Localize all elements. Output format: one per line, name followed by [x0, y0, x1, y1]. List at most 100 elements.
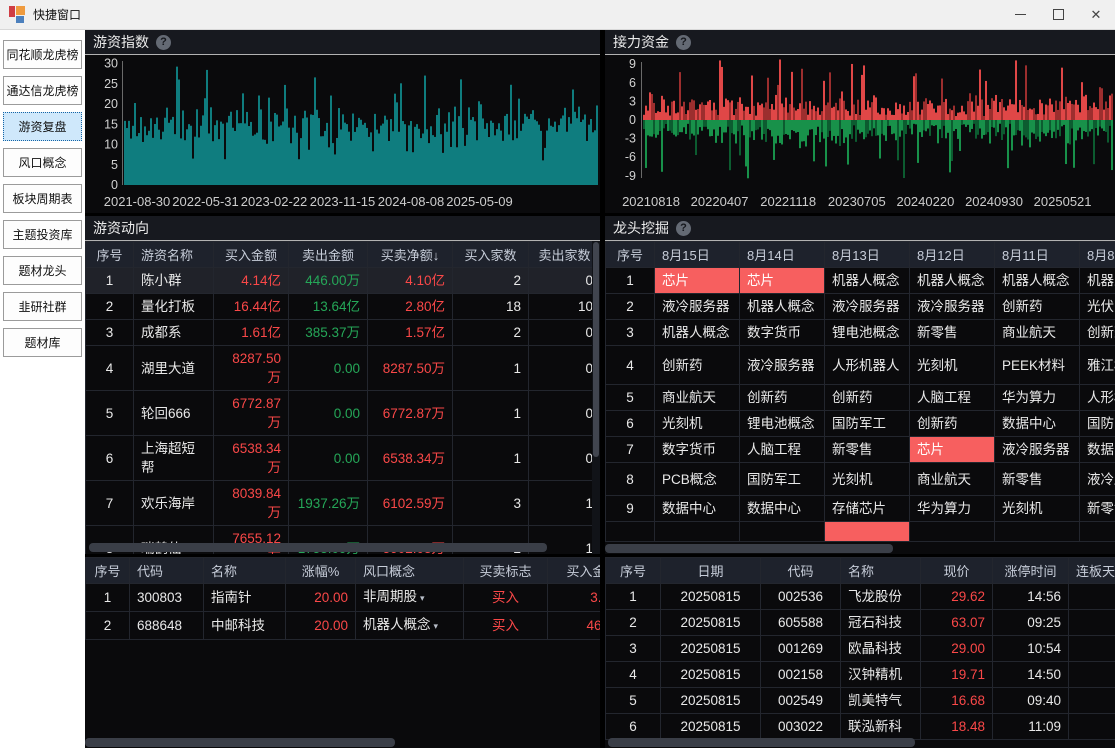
table-header-cell[interactable]: 买入家数 [453, 242, 529, 268]
sidebar-item[interactable]: 韭研社群 [3, 292, 82, 321]
vertical-scrollbar[interactable] [592, 241, 600, 554]
table-header-cell[interactable]: 名称 [204, 558, 286, 584]
help-icon[interactable]: ? [676, 221, 691, 236]
cell-text: 液冷服务器 [917, 299, 985, 314]
table-row[interactable]: 6上海超短帮6538.34万0.006538.34万10 [86, 436, 601, 481]
table-cell: 6772.87万 [368, 391, 453, 436]
table-header-cell[interactable]: 8月15日 [655, 242, 740, 268]
sidebar-item[interactable]: 通达信龙虎榜 [3, 76, 82, 105]
table-header-cell[interactable]: 代码 [761, 558, 841, 584]
chart-bar [496, 129, 498, 185]
sidebar-item[interactable]: 题材库 [3, 328, 82, 357]
table-row[interactable]: 8PCB概念国防军工光刻机商业航天新零售液冷服务器 [606, 463, 1115, 496]
table-row[interactable]: 7数字货币人脑工程新零售芯片液冷服务器数据中心 [606, 437, 1115, 463]
horizontal-scrollbar[interactable] [608, 738, 915, 747]
minimize-button[interactable] [1001, 0, 1039, 30]
chart-bar-down [701, 120, 703, 131]
table-row[interactable]: 220250815605588冠石科技63.0709:25 [606, 610, 1115, 636]
table-row[interactable]: 120250815002536飞龙股份29.6214:56 [606, 584, 1115, 610]
table-row[interactable]: 320250815001269欧晶科技29.0010:54 [606, 636, 1115, 662]
table-header-cell[interactable]: 卖出金额 [289, 242, 368, 268]
chart-bar-up [775, 95, 777, 120]
table-row[interactable]: 1芯片芯片机器人概念机器人概念机器人概念机器人概念 [606, 268, 1115, 294]
table-row[interactable]: 3机器人概念数字货币锂电池概念新零售商业航天创新药 [606, 320, 1115, 346]
table-cell: 3 [606, 636, 661, 662]
table-header-cell[interactable]: 8月14日 [740, 242, 825, 268]
horizontal-scrollbar[interactable] [89, 543, 547, 552]
table-header-cell[interactable]: 风口概念 [356, 558, 464, 584]
dropdown-arrow-icon[interactable]: ▾ [434, 621, 439, 631]
chart-bar [542, 160, 544, 185]
help-icon[interactable]: ? [156, 35, 171, 50]
table-header-cell[interactable]: 序号 [606, 558, 661, 584]
table-header-cell[interactable]: 日期 [661, 558, 761, 584]
table-row[interactable]: 2液冷服务器机器人概念液冷服务器液冷服务器创新药光伏 [606, 294, 1115, 320]
table-header-cell[interactable]: 序号 [606, 242, 655, 268]
table-row[interactable]: 2688648中邮科技20.00机器人概念▾买入4633万 [86, 612, 601, 640]
table-header-cell[interactable]: 8月11日 [995, 242, 1080, 268]
sidebar-item[interactable]: 题材龙头 [3, 256, 82, 285]
sidebar-item[interactable]: 同花顺龙虎榜 [3, 40, 82, 69]
dropdown-arrow-icon[interactable]: ▾ [420, 593, 425, 603]
horizontal-scrollbar[interactable] [85, 738, 395, 747]
chart-bar-down [957, 120, 959, 139]
sidebar-item[interactable]: 游资复盘 [3, 112, 82, 141]
chart-bar-up [729, 102, 731, 120]
chart-bar-up [717, 115, 719, 120]
table-row[interactable]: 9数据中心数据中心存储芯片华为算力光刻机新零售 [606, 496, 1115, 522]
table-row[interactable]: 1陈小群4.14亿446.00万4.10亿20 [86, 268, 601, 294]
table-header-cell[interactable]: 卖出家数 [529, 242, 601, 268]
table-row[interactable]: 2量化打板16.44亿13.64亿2.80亿1810 [86, 294, 601, 320]
chart-bar [278, 127, 280, 185]
table-header-cell[interactable]: 名称 [841, 558, 921, 584]
chart-bar-down [769, 120, 771, 130]
horizontal-scrollbar[interactable] [605, 544, 893, 553]
close-button[interactable]: ✕ [1077, 0, 1115, 30]
table-header-cell[interactable]: 代码 [130, 558, 204, 584]
chart-bar [202, 115, 204, 185]
table-row[interactable]: 4创新药液冷服务器人形机器人光刻机PEEK材料雅江概念 [606, 346, 1115, 385]
table-row[interactable]: 4湖里大道8287.50万0.008287.50万10 [86, 346, 601, 391]
table-row[interactable]: 1300803指南针20.00非周期股▾买入3.68亿 [86, 584, 601, 612]
table-header-cell[interactable]: 连板天数 [1069, 558, 1115, 584]
table-header-cell[interactable]: 8月8日 [1080, 242, 1115, 268]
table-row[interactable]: 420250815002158汉钟精机19.7114:50 [606, 662, 1115, 688]
table-row[interactable]: 520250815002549凯美特气16.6809:40 [606, 688, 1115, 714]
table-header-cell[interactable]: 买卖标志 [464, 558, 548, 584]
table-cell: 雅江概念 [1080, 346, 1115, 385]
scrollbar-handle[interactable] [593, 242, 599, 457]
maximize-button[interactable] [1039, 0, 1077, 30]
table-header-cell[interactable]: 涨停时间 [993, 558, 1069, 584]
chart-bar-up [867, 101, 869, 120]
cell-text: 人形机器人 [832, 358, 900, 373]
chart-bar [318, 118, 320, 185]
chart-bar-up [1007, 106, 1009, 120]
table-header-cell[interactable]: 8月12日 [910, 242, 995, 268]
table-header-cell[interactable]: 序号 [86, 242, 134, 268]
table-row[interactable]: 5轮回6666772.87万0.006772.87万10 [86, 391, 601, 436]
table-header-cell[interactable]: 游资名称 [134, 242, 214, 268]
table-row[interactable]: 5商业航天创新药创新药人脑工程华为算力人形机器人 [606, 385, 1115, 411]
table-row[interactable] [606, 522, 1115, 542]
sidebar-item[interactable]: 主题投资库 [3, 220, 82, 249]
table-cell: 飞龙股份 [841, 584, 921, 610]
table-header-cell[interactable]: 买卖净额↓ [368, 242, 453, 268]
sidebar-item[interactable]: 板块周期表 [3, 184, 82, 213]
chart-bar [310, 114, 312, 185]
table-cell: 3.68亿 [548, 584, 601, 612]
sidebar-item[interactable]: 风口概念 [3, 148, 82, 177]
table-row[interactable]: 7欢乐海岸8039.84万1937.26万6102.59万31 [86, 481, 601, 526]
table-header-cell[interactable]: 买入金额 [548, 558, 601, 584]
chart-bar-down [679, 120, 681, 132]
table-header-cell[interactable]: 涨幅% [286, 558, 356, 584]
table-header-cell[interactable]: 8月13日 [825, 242, 910, 268]
table-header-cell[interactable]: 买入金额 [214, 242, 289, 268]
table-header-cell[interactable]: 现价 [921, 558, 993, 584]
chart-bar [258, 96, 260, 185]
table-row[interactable]: 6光刻机锂电池概念国防军工创新药数据中心国防军工 [606, 411, 1115, 437]
table-header-cell[interactable]: 序号 [86, 558, 130, 584]
help-icon[interactable]: ? [676, 35, 691, 50]
chart-bar-down [1045, 120, 1047, 136]
table-row[interactable]: 3成都系1.61亿385.37万1.57亿20 [86, 320, 601, 346]
table-row[interactable]: 620250815003022联泓新科18.4811:09 [606, 714, 1115, 740]
